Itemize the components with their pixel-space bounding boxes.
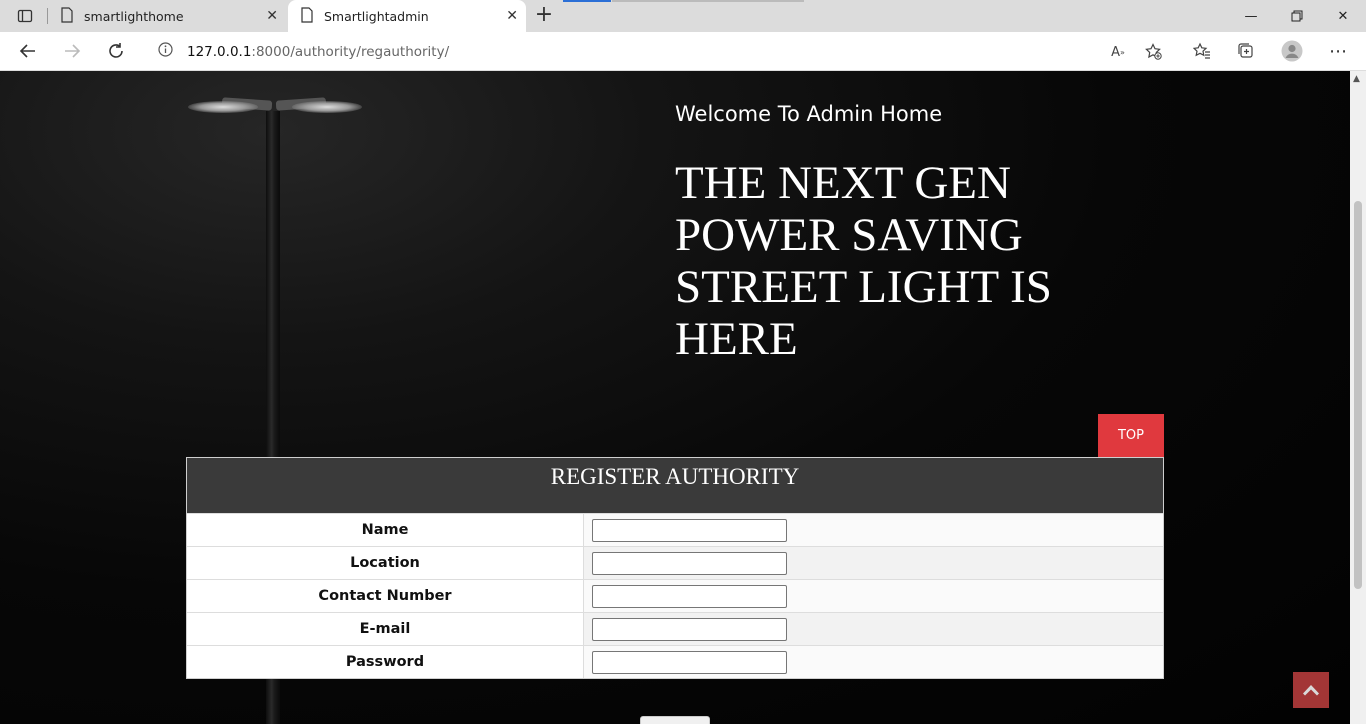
password-input[interactable]: [592, 650, 787, 674]
scroll-thumb[interactable]: [1354, 201, 1362, 589]
form-row-contact: Contact Number: [187, 579, 1163, 612]
form-row-password: Password: [187, 645, 1163, 678]
tab-indicator: [612, 0, 804, 2]
close-tab-icon[interactable]: ✕: [506, 8, 518, 24]
site-info-icon[interactable]: [158, 42, 173, 61]
welcome-heading: Welcome To Admin Home: [675, 102, 943, 126]
scroll-up-arrow-icon[interactable]: ▲: [1353, 74, 1360, 84]
browser-tab-bar: smartlighthome ✕ Smartlightadmin ✕ + — ✕: [0, 0, 1366, 32]
close-window-icon[interactable]: ✕: [1320, 0, 1366, 32]
add-favorite-icon[interactable]: [1142, 41, 1166, 63]
close-tab-icon[interactable]: ✕: [266, 8, 278, 24]
location-input[interactable]: [592, 551, 787, 575]
lamp-light-right: [292, 101, 362, 113]
tab-title: Smartlightadmin: [324, 8, 429, 24]
form-row-location: Location: [187, 546, 1163, 579]
form-row-email: E-mail: [187, 612, 1163, 645]
field-label: Location: [187, 547, 584, 579]
forward-icon[interactable]: [58, 38, 86, 64]
submit-button[interactable]: [640, 716, 710, 724]
field-label: Name: [187, 514, 584, 546]
url-path: :8000/authority/regauthority/: [251, 43, 450, 60]
field-label: Contact Number: [187, 580, 584, 612]
scroll-to-top-button[interactable]: [1293, 672, 1329, 708]
read-aloud-icon[interactable]: A»: [1106, 41, 1130, 63]
page-background: Welcome To Admin Home THE NEXT GEN POWER…: [0, 71, 1350, 724]
page-scrollbar[interactable]: ▲: [1350, 71, 1366, 724]
browser-toolbar: 127.0.0.1:8000/authority/regauthority/ A…: [0, 32, 1366, 71]
field-label: Password: [187, 646, 584, 678]
tab-actions-icon[interactable]: [8, 4, 42, 28]
tab-smartlightadmin[interactable]: Smartlightadmin ✕: [288, 0, 526, 32]
url-host: 127.0.0.1: [187, 43, 252, 60]
name-input[interactable]: [592, 518, 787, 542]
lamp-light-left: [188, 101, 258, 113]
minimize-icon[interactable]: —: [1228, 0, 1274, 32]
collections-icon[interactable]: [1232, 38, 1260, 64]
top-button[interactable]: TOP: [1098, 414, 1164, 457]
tab-title: smartlighthome: [84, 8, 184, 24]
chevron-up-icon: [1303, 685, 1319, 696]
back-icon[interactable]: [14, 38, 42, 64]
email-input[interactable]: [592, 617, 787, 641]
form-row-name: Name: [187, 513, 1163, 546]
hero-title: THE NEXT GEN POWER SAVING STREET LIGHT I…: [675, 157, 1052, 365]
restore-icon[interactable]: [1274, 0, 1320, 32]
tab-smartlighthome[interactable]: smartlighthome ✕: [48, 0, 286, 32]
contact-number-input[interactable]: [592, 584, 787, 608]
tab-indicator: [563, 0, 611, 2]
new-tab-icon[interactable]: +: [532, 4, 556, 28]
field-label: E-mail: [187, 613, 584, 645]
page-icon: [300, 6, 314, 26]
form-title: REGISTER AUTHORITY: [187, 458, 1163, 513]
refresh-icon[interactable]: [102, 38, 130, 64]
more-menu-icon[interactable]: ⋯: [1324, 38, 1352, 64]
favorites-icon[interactable]: [1188, 38, 1216, 64]
register-authority-form: REGISTER AUTHORITY Name Location Contact…: [186, 457, 1164, 679]
page-icon: [60, 6, 74, 26]
profile-avatar-icon[interactable]: [1278, 38, 1306, 64]
address-bar[interactable]: 127.0.0.1:8000/authority/regauthority/ A…: [144, 37, 1174, 66]
